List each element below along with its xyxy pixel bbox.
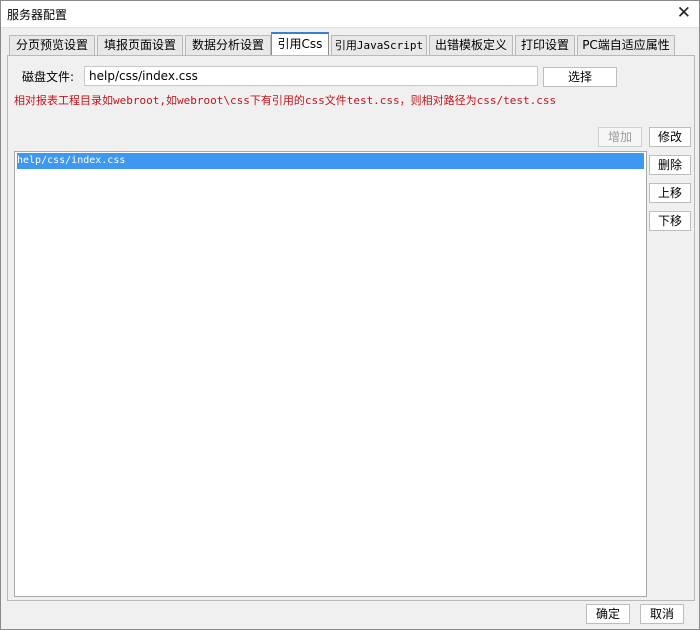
tab-reference-css[interactable]: 引用Css [271,32,329,56]
dialog-title: 服务器配置 [7,8,68,22]
tab-paging-preview[interactable]: 分页预览设置 [9,35,95,55]
tab-print-settings[interactable]: 打印设置 [515,35,575,55]
edit-button[interactable]: 修改 [649,127,691,147]
disk-file-label: 磁盘文件: [22,70,75,84]
delete-button[interactable]: 删除 [649,155,691,175]
tab-fill-page[interactable]: 填报页面设置 [97,35,183,55]
disk-file-input[interactable]: help/css/index.css [84,66,538,86]
server-config-dialog: 服务器配置 ✕ 分页预览设置 填报页面设置 数据分析设置 引用Css 引用Jav… [0,0,700,630]
tab-reference-javascript[interactable]: 引用JavaScript [331,35,427,55]
move-down-button[interactable]: 下移 [649,211,691,231]
tab-data-analysis[interactable]: 数据分析设置 [185,35,271,55]
list-item[interactable]: help/css/index.css [17,153,644,169]
choose-button[interactable]: 选择 [543,67,617,87]
tab-error-template[interactable]: 出错模板定义 [429,35,513,55]
title-bar: 服务器配置 ✕ [1,1,699,28]
tab-bar: 分页预览设置 填报页面设置 数据分析设置 引用Css 引用JavaScript … [9,32,679,56]
css-file-list[interactable]: help/css/index.css [14,151,647,597]
add-button[interactable]: 增加 [598,127,642,147]
tab-pc-adaptive[interactable]: PC端自适应属性 [577,35,675,55]
css-settings-panel: 磁盘文件: help/css/index.css 选择 相对报表工程目录如web… [7,55,695,601]
close-icon[interactable]: ✕ [677,3,691,23]
ok-button[interactable]: 确定 [586,604,630,624]
cancel-button[interactable]: 取消 [640,604,684,624]
move-up-button[interactable]: 上移 [649,183,691,203]
relative-path-hint: 相对报表工程目录如webroot,如webroot\css下有引用的css文件t… [14,94,557,107]
